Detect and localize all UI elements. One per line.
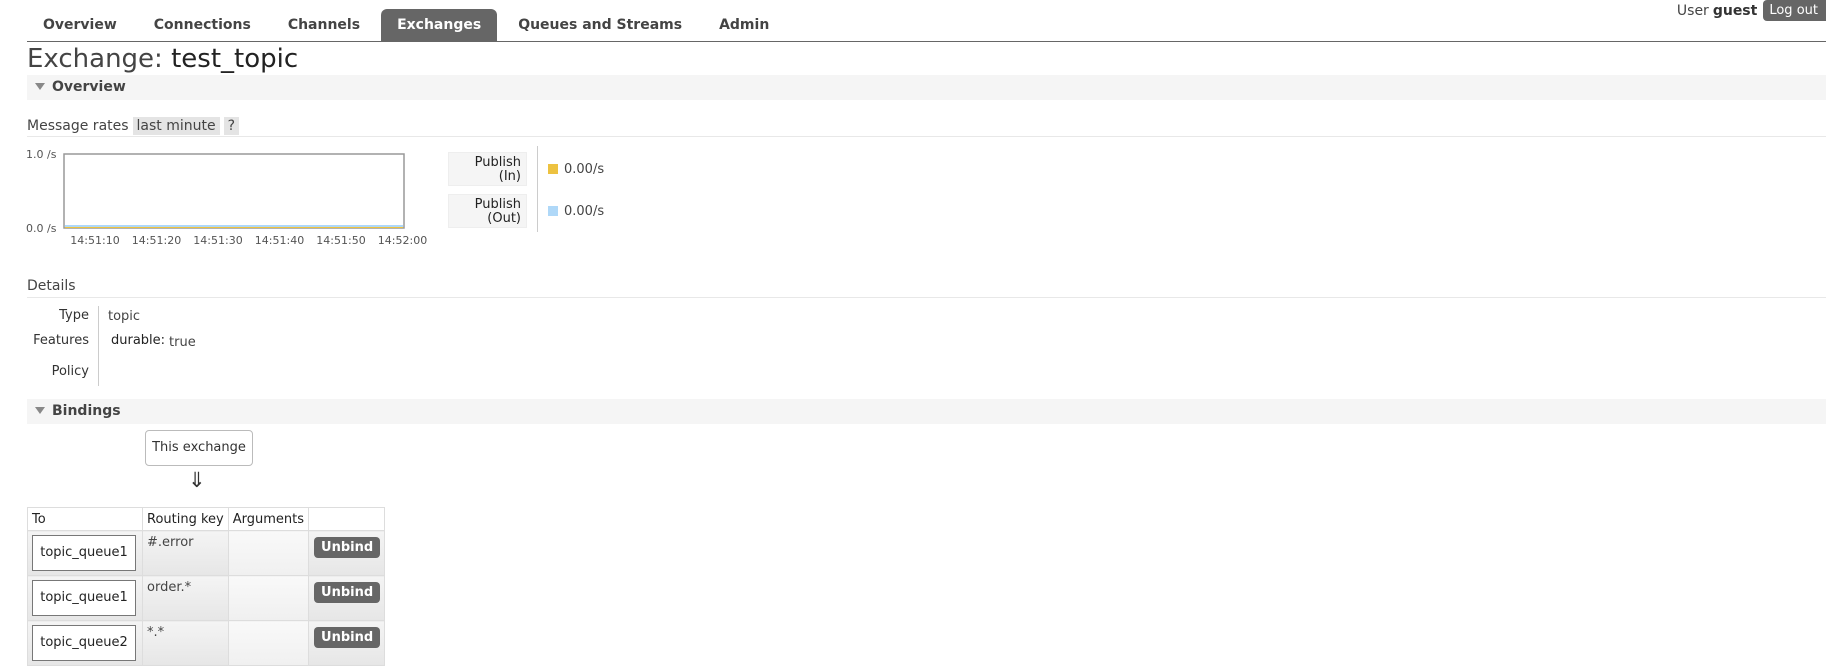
tab-channels[interactable]: Channels	[272, 9, 376, 42]
binding-destination-cell: topic_queue2	[27, 620, 143, 666]
overview-section-label: Overview	[52, 79, 126, 95]
arguments-cell	[227, 575, 310, 621]
actions-cell: Unbind	[308, 530, 386, 576]
column-header-to: To	[27, 507, 143, 531]
rates-divider	[27, 136, 1826, 137]
user-label: User	[1676, 2, 1709, 19]
durable-key: durable:	[111, 333, 166, 348]
queue-link[interactable]: topic_queue2	[32, 625, 136, 661]
bindings-header-row: To Routing key Arguments	[27, 507, 386, 531]
routing-key-cell: order.*	[142, 575, 229, 621]
legend-label-publish-in-line2: (In)	[498, 169, 521, 184]
collapse-triangle-icon	[35, 406, 45, 414]
tab-exchanges[interactable]: Exchanges	[381, 9, 498, 42]
queue-link[interactable]: topic_queue1	[32, 580, 136, 616]
page-title: Exchange: test_topic	[27, 44, 298, 74]
legend-label-publish-out-line1: Publish	[474, 197, 521, 212]
this-exchange-box: This exchange	[145, 430, 253, 466]
chart-x-axis: 14:51:10 14:51:20 14:51:30 14:51:40 14:51:50…	[70, 234, 427, 247]
down-arrow-icon: ⇓	[188, 468, 206, 492]
table-row: topic_queue2 *.* Unbind	[27, 620, 386, 666]
page-title-prefix: Exchange:	[27, 44, 163, 74]
tab-connections[interactable]: Connections	[138, 9, 267, 42]
page-title-exchange-name: test_topic	[171, 44, 299, 74]
legend-swatch-publish-in	[548, 164, 558, 174]
column-header-actions	[308, 507, 386, 531]
details-policy-label: Policy	[51, 364, 89, 379]
unbind-button[interactable]: Unbind	[314, 537, 381, 558]
routing-key-cell: #.error	[142, 530, 229, 576]
x-tick-label: 14:52:00	[378, 234, 427, 247]
arguments-cell	[227, 530, 310, 576]
arguments-cell	[227, 620, 310, 666]
routing-key-cell: *.*	[142, 620, 229, 666]
binding-destination-cell: topic_queue1	[27, 530, 143, 576]
logout-button[interactable]: Log out	[1763, 0, 1826, 21]
x-tick-label: 14:51:20	[132, 234, 181, 247]
table-row: topic_queue1 order.* Unbind	[27, 575, 386, 621]
details-label-divider	[98, 306, 99, 386]
actions-cell: Unbind	[308, 575, 386, 621]
header: Overview Connections Channels Exchanges …	[0, 0, 1826, 42]
message-rates-label: Message rates	[27, 118, 129, 134]
message-rates-row: Message rates last minute ?	[27, 116, 243, 136]
queue-link[interactable]: topic_queue1	[32, 535, 136, 571]
legend-value-publish-out: 0.00/s	[548, 203, 604, 219]
rates-help-button[interactable]: ?	[223, 117, 240, 135]
chart-y-axis: 1.0 /s 0.0 /s	[26, 148, 57, 235]
legend-value-publish-in: 0.00/s	[548, 161, 604, 177]
details-features-value: durable: true	[111, 333, 196, 350]
durable-value: true	[169, 335, 196, 350]
column-header-routing-key: Routing key	[142, 507, 229, 531]
binding-destination-cell: topic_queue1	[27, 575, 143, 621]
details-title: Details	[27, 278, 76, 294]
collapse-triangle-icon	[35, 82, 45, 90]
column-header-arguments: Arguments	[227, 507, 310, 531]
details-type-label: Type	[59, 308, 89, 323]
legend-value-publish-out-text: 0.00/s	[564, 203, 605, 219]
message-rates-chart: 1.0 /s0.0 /s 14:51:10 14:51:20 14:51:30 14:…	[26, 148, 427, 247]
bindings-section-label: Bindings	[52, 403, 121, 419]
legend-label-publish-in: Publish (In)	[448, 152, 527, 186]
x-tick-label: 14:51:50	[316, 234, 365, 247]
unbind-button[interactable]: Unbind	[314, 582, 381, 603]
legend-label-publish-in-line1: Publish	[474, 155, 521, 170]
y-tick-label: 0.0 /s	[26, 222, 57, 235]
user-area: User guest Log out	[1677, 0, 1826, 21]
table-row: topic_queue1 #.error Unbind	[27, 530, 386, 576]
legend-label-publish-out-line2: (Out)	[487, 211, 521, 226]
legend-divider	[537, 146, 538, 232]
overview-section-toggle[interactable]: Overview	[27, 75, 1826, 100]
y-tick-label: 1.0 /s	[26, 148, 57, 161]
details-divider-line	[27, 297, 1826, 298]
actions-cell: Unbind	[308, 620, 386, 666]
chart-series	[65, 225, 403, 228]
rate-range-selector[interactable]: last minute	[132, 117, 220, 135]
bindings-section-toggle[interactable]: Bindings	[27, 399, 1826, 424]
tab-queues-and-streams[interactable]: Queues and Streams	[502, 9, 698, 42]
tab-underline	[27, 41, 1826, 42]
chart-plot-area	[63, 153, 405, 229]
x-tick-label: 14:51:10	[70, 234, 119, 247]
bindings-table: To Routing key Arguments topic_queue1 #.…	[27, 507, 386, 666]
legend-label-publish-out: Publish (Out)	[448, 194, 527, 228]
legend-value-publish-in-text: 0.00/s	[564, 161, 605, 177]
details-features-label: Features	[33, 333, 89, 348]
user-name: guest	[1712, 2, 1758, 19]
legend-swatch-publish-out	[548, 206, 558, 216]
x-tick-label: 14:51:30	[193, 234, 242, 247]
tab-overview[interactable]: Overview	[27, 9, 133, 42]
tab-admin[interactable]: Admin	[703, 9, 785, 42]
x-tick-label: 14:51:40	[255, 234, 304, 247]
details-type-value: topic	[108, 309, 141, 324]
unbind-button[interactable]: Unbind	[314, 627, 381, 648]
main-tabs: Overview Connections Channels Exchanges …	[27, 9, 790, 42]
